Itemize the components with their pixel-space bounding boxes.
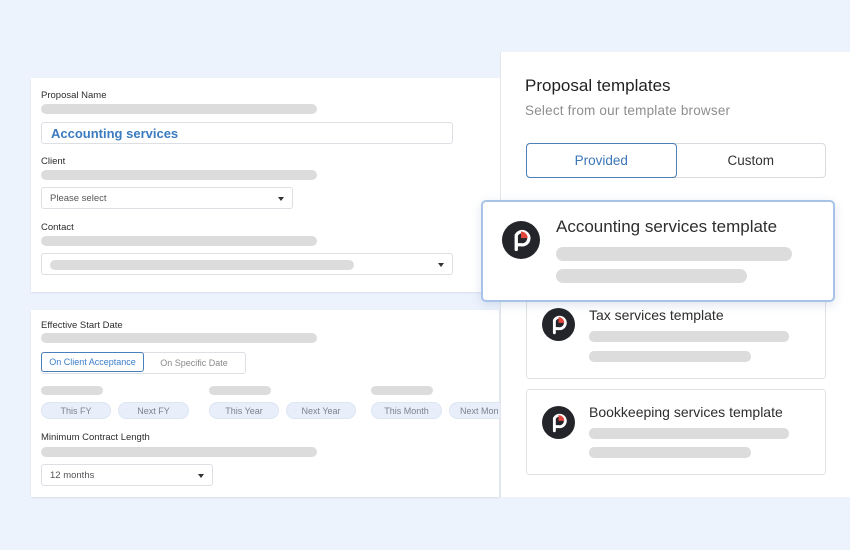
chip-next-fy[interactable]: Next FY	[118, 402, 189, 419]
tab-custom[interactable]: Custom	[677, 144, 826, 177]
skeleton-line	[41, 104, 317, 114]
chip-this-year[interactable]: This Year	[209, 402, 279, 419]
template-card-tax[interactable]: Tax services template	[526, 297, 826, 379]
proposal-details-card: Proposal Name Accounting services Client…	[31, 78, 500, 292]
skeleton-line	[589, 428, 789, 439]
template-logo-icon	[502, 221, 540, 259]
skeleton-line	[589, 351, 751, 362]
contract-length-value: 12 months	[50, 470, 95, 481]
contract-terms-card: Effective Start Date On Client Acceptanc…	[31, 310, 509, 497]
proposal-name-input[interactable]: Accounting services	[41, 122, 453, 144]
skeleton-line	[589, 447, 751, 458]
skeleton-line	[41, 386, 103, 395]
minimum-contract-length-label: Minimum Contract Length	[41, 432, 150, 443]
skeleton-line	[41, 170, 317, 180]
contract-length-select[interactable]: 12 months	[41, 464, 213, 486]
skeleton-line	[41, 236, 317, 246]
client-select-placeholder: Please select	[50, 193, 107, 204]
template-name: Accounting services template	[556, 217, 778, 236]
chip-this-fy[interactable]: This FY	[41, 402, 111, 419]
template-card-bookkeeping[interactable]: Bookkeeping services template	[526, 389, 826, 475]
contact-skeleton-value	[50, 260, 354, 270]
option-on-specific-date[interactable]: On Specific Date	[143, 353, 245, 373]
contact-select[interactable]	[41, 253, 453, 275]
template-name: Tax services template	[589, 307, 724, 323]
template-name: Bookkeeping services template	[589, 404, 783, 420]
skeleton-line	[556, 247, 792, 261]
contact-label: Contact	[41, 222, 74, 233]
panel-subtitle: Select from our template browser	[525, 103, 731, 118]
tab-provided[interactable]: Provided	[526, 143, 677, 178]
skeleton-line	[41, 333, 317, 343]
proposal-name-label: Proposal Name	[41, 90, 107, 101]
chip-next-year[interactable]: Next Year	[286, 402, 356, 419]
chevron-down-icon	[438, 263, 444, 267]
skeleton-line	[556, 269, 747, 283]
chevron-down-icon	[198, 474, 204, 478]
chevron-down-icon	[278, 197, 284, 201]
chip-this-month[interactable]: This Month	[371, 402, 442, 419]
skeleton-line	[209, 386, 271, 395]
template-source-tabs: Provided Custom	[526, 143, 826, 178]
skeleton-line	[371, 386, 433, 395]
skeleton-line	[41, 447, 317, 457]
client-select[interactable]: Please select	[41, 187, 293, 209]
template-card-accounting[interactable]: Accounting services template	[481, 200, 835, 302]
start-date-toggle: On Client Acceptance On Specific Date	[41, 352, 246, 374]
skeleton-line	[589, 331, 789, 342]
template-logo-icon	[542, 308, 575, 341]
effective-start-date-label: Effective Start Date	[41, 320, 123, 331]
client-label: Client	[41, 156, 66, 167]
template-logo-icon	[542, 406, 575, 439]
proposal-name-value: Accounting services	[51, 126, 179, 141]
option-on-client-acceptance[interactable]: On Client Acceptance	[41, 352, 144, 372]
panel-title: Proposal templates	[525, 76, 671, 95]
